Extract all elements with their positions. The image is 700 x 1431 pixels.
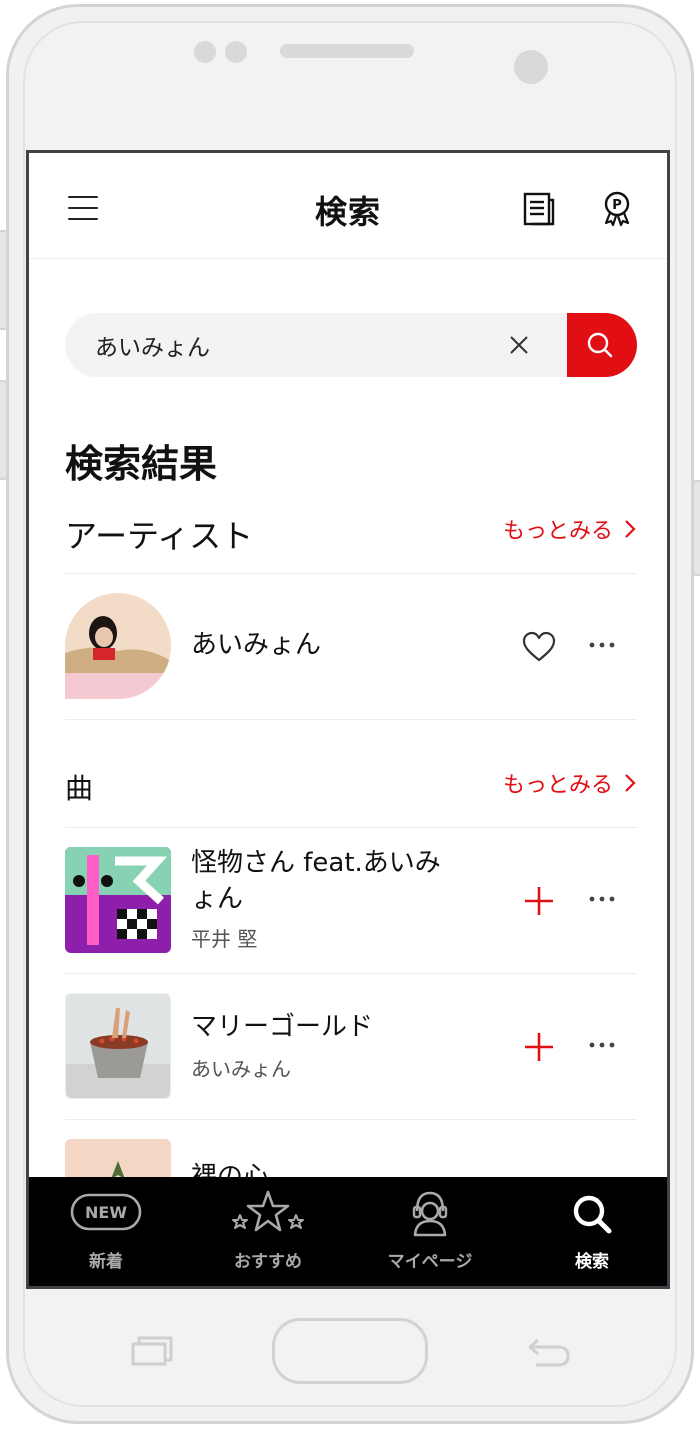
results-heading: 検索結果: [65, 442, 218, 486]
plus-icon[interactable]: [523, 885, 555, 917]
artists-section-title: アーティスト: [65, 517, 254, 555]
news-icon[interactable]: [523, 192, 555, 226]
search-icon: [573, 1195, 612, 1234]
divider: [65, 827, 637, 828]
search-submit-button[interactable]: [567, 313, 637, 377]
ellipsis-icon[interactable]: [587, 889, 617, 909]
artist-name: あいみょん: [191, 630, 322, 660]
volume-up-button: [0, 230, 8, 330]
plus-icon[interactable]: [523, 1031, 555, 1063]
bottom-nav: NEW 新着 おすすめ マイページ 検索: [29, 1177, 667, 1286]
divider: [65, 719, 637, 720]
earpiece-speaker: [280, 44, 414, 58]
home-button[interactable]: [272, 1318, 428, 1384]
song-artwork: [65, 847, 171, 953]
back-icon[interactable]: [526, 1334, 572, 1368]
volume-down-button: [0, 380, 8, 480]
songs-section-header: 曲 もっとみる: [65, 757, 637, 813]
artist-avatar: [65, 593, 171, 699]
artists-section-header: アーティスト もっとみる: [65, 503, 637, 559]
recent-apps-icon[interactable]: [131, 1336, 173, 1366]
song-artist: 平井 堅: [191, 927, 258, 951]
search-icon: [587, 332, 613, 358]
app-screen: 検索 P 検索結果: [26, 150, 670, 1289]
heart-outline-icon[interactable]: [521, 631, 557, 663]
ellipsis-icon[interactable]: [587, 635, 617, 655]
stars-icon: [232, 1190, 304, 1232]
artist-row[interactable]: あいみょん: [65, 593, 637, 701]
song-row[interactable]: 怪物さん feat.あいみょん 平井 堅: [65, 847, 637, 957]
song-artwork: [65, 993, 171, 1099]
artists-more-link[interactable]: もっとみる: [503, 513, 637, 545]
song-title: 怪物さん feat.あいみょん: [191, 848, 441, 914]
divider: [65, 1119, 637, 1120]
nav-label: 検索: [575, 1252, 609, 1272]
points-badge-icon[interactable]: P: [601, 191, 633, 227]
more-link-label: もっとみる: [502, 773, 613, 798]
svg-text:P: P: [612, 198, 622, 213]
divider: [65, 973, 637, 974]
nav-label: 新着: [89, 1252, 123, 1272]
chevron-right-icon: [625, 520, 636, 538]
close-icon[interactable]: [503, 329, 535, 361]
search-field: [65, 313, 585, 377]
nav-label: おすすめ: [234, 1252, 302, 1272]
more-link-label: もっとみる: [502, 519, 613, 544]
nav-item-search[interactable]: 検索: [517, 1177, 667, 1286]
song-artist: あいみょん: [191, 1057, 291, 1081]
nav-label: マイページ: [387, 1252, 473, 1272]
power-button: [692, 480, 700, 576]
nav-item-new[interactable]: NEW 新着: [31, 1177, 181, 1286]
app-header: 検索 P: [29, 153, 667, 259]
front-camera: [514, 50, 548, 84]
search-bar: [65, 313, 637, 377]
sensor-dot: [194, 41, 216, 63]
user-headphones-icon: [412, 1191, 448, 1237]
ellipsis-icon[interactable]: [587, 1035, 617, 1055]
new-badge-icon: NEW: [70, 1193, 142, 1231]
page-title: 検索: [314, 193, 381, 231]
song-row[interactable]: マリーゴールド あいみょん: [65, 993, 637, 1101]
song-title: マリーゴールド: [191, 1012, 374, 1042]
nav-item-recommended[interactable]: おすすめ: [193, 1177, 343, 1286]
new-badge-text: NEW: [85, 1203, 127, 1222]
search-input[interactable]: [95, 325, 495, 365]
songs-section-title: 曲: [65, 772, 94, 805]
sensor-dot: [225, 41, 247, 63]
songs-more-link[interactable]: もっとみる: [503, 767, 637, 799]
chevron-right-icon: [625, 774, 636, 792]
divider: [65, 573, 637, 574]
nav-item-mypage[interactable]: マイページ: [355, 1177, 505, 1286]
